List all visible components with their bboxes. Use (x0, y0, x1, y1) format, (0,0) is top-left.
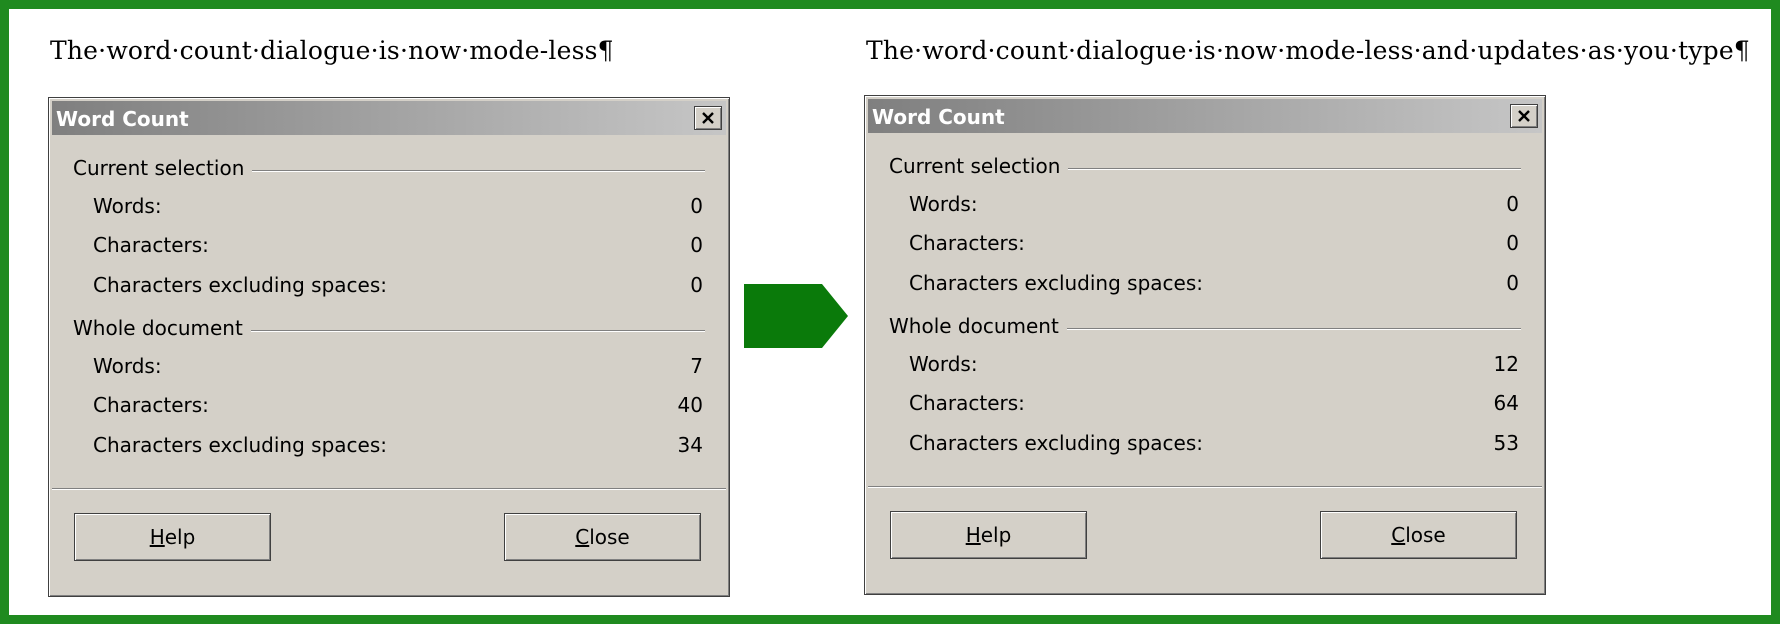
dialog-titlebar[interactable]: Word Count (52, 101, 726, 135)
word-count-dialog-before: Word Count Current selection Words: 0 Ch… (48, 97, 730, 597)
stat-label: Characters excluding spaces: (93, 273, 387, 297)
close-button[interactable]: Close (504, 513, 701, 561)
stat-value: 64 (1493, 391, 1519, 415)
stat-value: 0 (690, 194, 703, 218)
close-button[interactable]: Close (1320, 511, 1517, 559)
stat-value: 0 (690, 233, 703, 257)
stat-row: Words: 12 (909, 352, 1519, 380)
stat-value: 53 (1493, 431, 1519, 455)
stat-row: Words: 7 (93, 354, 703, 382)
dialog-title: Word Count (56, 107, 189, 131)
stat-label: Words: (909, 192, 978, 216)
stat-label: Characters: (93, 393, 209, 417)
stat-row: Words: 0 (93, 194, 703, 222)
selection-group: Current selection (889, 154, 1521, 182)
stat-row: Characters: 0 (93, 233, 703, 261)
selection-group-label: Current selection (73, 156, 253, 180)
document-group: Whole document (73, 316, 705, 344)
divider (868, 486, 1542, 488)
dialog-title: Word Count (872, 105, 1005, 129)
stat-value: 0 (690, 273, 703, 297)
stat-label: Words: (909, 352, 978, 376)
stat-value: 40 (677, 393, 703, 417)
help-button[interactable]: Help (74, 513, 271, 561)
stat-label: Characters excluding spaces: (93, 433, 387, 457)
stat-label: Words: (93, 194, 162, 218)
selection-group: Current selection (73, 156, 705, 184)
word-count-dialog-after: Word Count Current selection Words: 0 Ch… (864, 95, 1546, 595)
stat-row: Characters: 40 (93, 393, 703, 421)
document-group-label: Whole document (889, 314, 1067, 338)
stat-label: Characters: (93, 233, 209, 257)
stat-row: Characters excluding spaces: 0 (93, 273, 703, 301)
caption-after: The·word·count·dialogue·is·now·mode-less… (866, 36, 1750, 65)
caption-before: The·word·count·dialogue·is·now·mode-less… (50, 36, 614, 65)
close-icon[interactable] (1510, 104, 1538, 128)
right-arrow-icon (744, 284, 848, 348)
stat-label: Words: (93, 354, 162, 378)
dialog-titlebar[interactable]: Word Count (868, 99, 1542, 133)
stat-value: 0 (1506, 192, 1519, 216)
stat-value: 0 (1506, 271, 1519, 295)
stat-row: Words: 0 (909, 192, 1519, 220)
stat-value: 7 (690, 354, 703, 378)
divider (52, 488, 726, 490)
stat-row: Characters excluding spaces: 34 (93, 433, 703, 461)
close-icon[interactable] (694, 106, 722, 130)
stat-row: Characters excluding spaces: 53 (909, 431, 1519, 459)
stat-row: Characters excluding spaces: 0 (909, 271, 1519, 299)
stat-label: Characters excluding spaces: (909, 271, 1203, 295)
stat-row: Characters: 0 (909, 231, 1519, 259)
stat-row: Characters: 64 (909, 391, 1519, 419)
stat-label: Characters: (909, 231, 1025, 255)
stat-label: Characters excluding spaces: (909, 431, 1203, 455)
selection-group-label: Current selection (889, 154, 1069, 178)
help-button[interactable]: Help (890, 511, 1087, 559)
document-group: Whole document (889, 314, 1521, 342)
stat-value: 0 (1506, 231, 1519, 255)
stat-value: 12 (1493, 352, 1519, 376)
stat-label: Characters: (909, 391, 1025, 415)
document-group-label: Whole document (73, 316, 251, 340)
stat-value: 34 (677, 433, 703, 457)
